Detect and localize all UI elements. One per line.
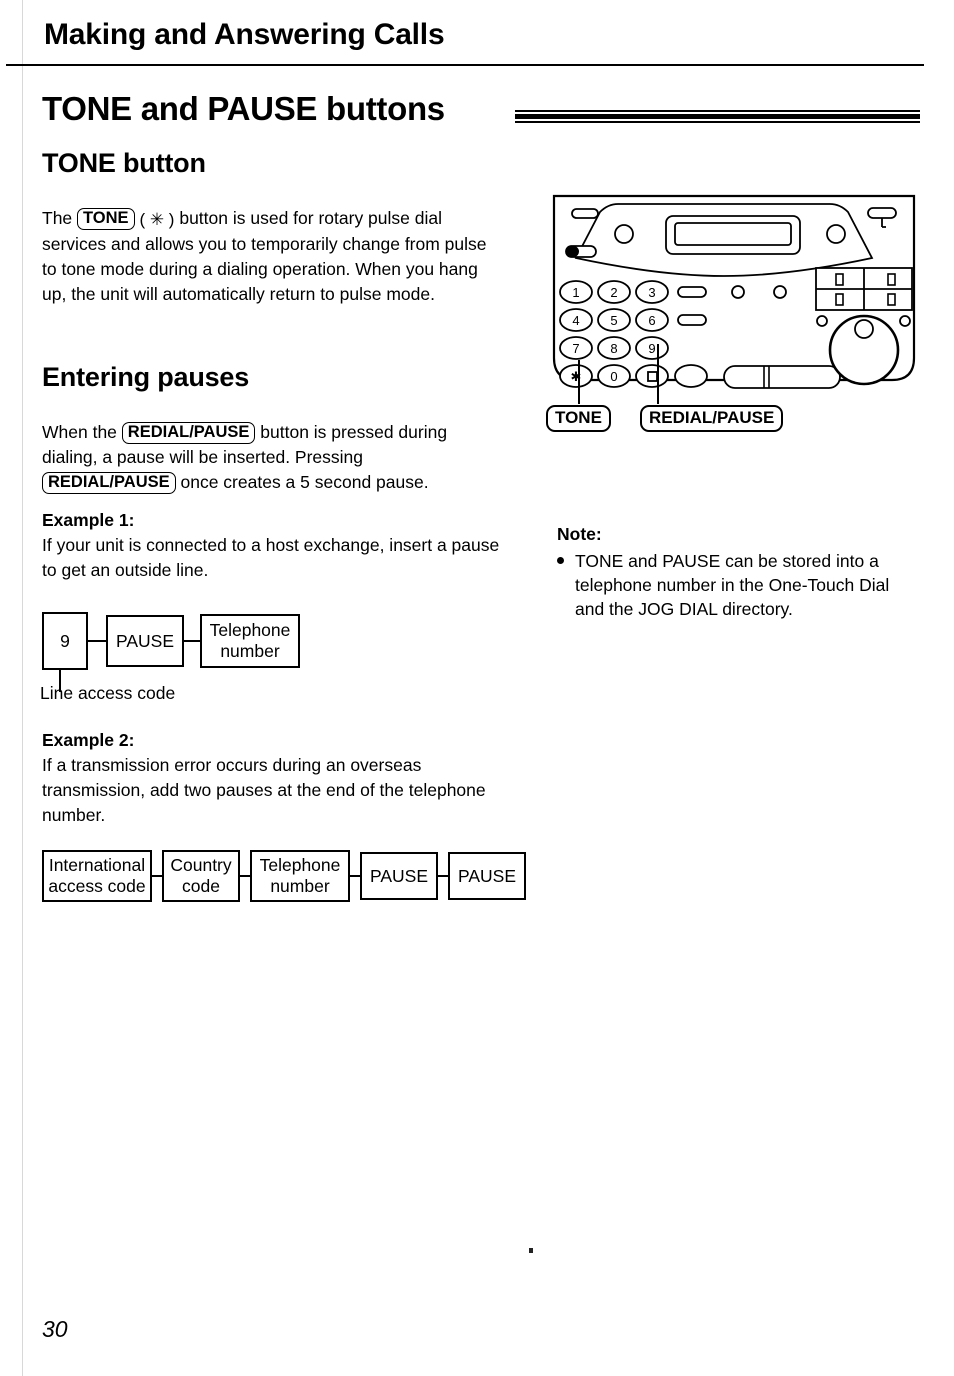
status-lamp-left	[731, 285, 745, 299]
note-item: TONE and PAUSE can be stored into a tele…	[557, 549, 917, 621]
line-access-callout-label: Line access code	[40, 683, 176, 703]
fax-machine-illustration: 123 456 789 ✱ 0	[548, 190, 920, 395]
example1-flow-diagram: 9 PAUSE Telephone number	[42, 612, 300, 670]
pauses-body-end: once creates a 5 second pause.	[180, 472, 429, 492]
example1-text: If your unit is connected to a host exch…	[42, 535, 500, 580]
redial-pause-key	[677, 314, 707, 326]
flow-box: 9	[42, 612, 88, 670]
flow-box: PAUSE	[448, 852, 526, 900]
redial-pause-key-badge-2: REDIAL/PAUSE	[42, 472, 176, 494]
tone-section-heading: TONE button	[42, 148, 206, 178]
title-rule-decoration	[515, 108, 920, 124]
scan-edge-artifact	[22, 0, 23, 1376]
flow-box: PAUSE	[360, 852, 438, 900]
header-divider	[6, 64, 924, 66]
tone-key-badge: TONE	[77, 208, 135, 230]
flow-connector	[152, 875, 162, 877]
page-number: 30	[42, 1316, 68, 1342]
display-left-button	[614, 224, 634, 244]
svg-text:1: 1	[572, 285, 579, 300]
flow-connector	[350, 875, 360, 877]
svg-text:2: 2	[610, 285, 617, 300]
note-item-text: TONE and PAUSE can be stored into a tele…	[575, 551, 890, 619]
svg-text:8: 8	[610, 341, 617, 356]
indicator-lamp-top	[571, 208, 599, 219]
svg-text:6: 6	[648, 313, 655, 328]
display-right-button	[826, 224, 846, 244]
pauses-section-heading: Entering pauses	[42, 362, 250, 392]
svg-text:7: 7	[572, 341, 579, 356]
one-touch-dial-grid	[815, 267, 913, 311]
example1-label: Example 1:	[42, 510, 135, 530]
svg-text:3: 3	[648, 285, 655, 300]
page-title: TONE and PAUSE buttons	[42, 90, 445, 127]
speaker-button	[867, 207, 897, 219]
lcd-screen	[674, 222, 792, 246]
hash-key-glyph	[647, 371, 658, 382]
jog-dial-knob	[854, 319, 874, 339]
flow-box: PAUSE	[106, 615, 184, 667]
status-lamp-right	[773, 285, 787, 299]
function-lamp-a	[677, 286, 707, 298]
rocker-bar	[723, 365, 841, 389]
redial-pause-key-badge-1: REDIAL/PAUSE	[121, 422, 256, 444]
flow-box: International access code	[42, 850, 152, 902]
pauses-body-lead: When the	[42, 422, 117, 442]
redial-callout-label: REDIAL/PAUSE	[640, 405, 784, 432]
jog-lamp-right	[899, 315, 911, 327]
running-head: Making and Answering Calls	[44, 18, 445, 51]
extra-oval-button	[674, 364, 708, 388]
example2-text: If a transmission error occurs during an…	[42, 755, 486, 825]
tone-callout-leader	[578, 360, 580, 404]
tone-callout-label: TONE	[546, 405, 611, 432]
indicator-lamp-filled	[566, 246, 579, 257]
tone-section-body: The TONE ( ✳ ) button is used for rotary…	[42, 206, 492, 307]
example2-flow-diagram: International access code Country code Tel…	[42, 850, 526, 902]
svg-text:0: 0	[610, 369, 617, 384]
note-label: Note:	[557, 524, 602, 544]
pauses-section-body: When the REDIAL/PAUSE button is pressed …	[42, 420, 492, 495]
flow-box: Telephone number	[250, 850, 350, 902]
svg-text:5: 5	[610, 313, 617, 328]
flow-connector	[240, 875, 250, 877]
redial-callout-leader	[657, 344, 659, 404]
tone-body-lead: The	[42, 208, 73, 228]
bullet-icon	[557, 557, 564, 564]
manual-page: Making and Answering Calls TONE and PAUS…	[0, 0, 954, 1376]
flow-connector	[88, 640, 106, 642]
scan-speck-artifact	[529, 1248, 533, 1253]
flow-connector	[438, 875, 448, 877]
svg-text:9: 9	[648, 341, 655, 356]
flow-connector	[184, 640, 200, 642]
jog-lamp-left	[816, 315, 828, 327]
flow-box: Telephone number	[200, 614, 300, 668]
example2-label: Example 2:	[42, 730, 135, 750]
note-list: TONE and PAUSE can be stored into a tele…	[557, 549, 917, 621]
flow-box: Country code	[162, 850, 240, 902]
svg-text:4: 4	[572, 313, 579, 328]
star-symbol: ( ✳ )	[139, 210, 175, 229]
